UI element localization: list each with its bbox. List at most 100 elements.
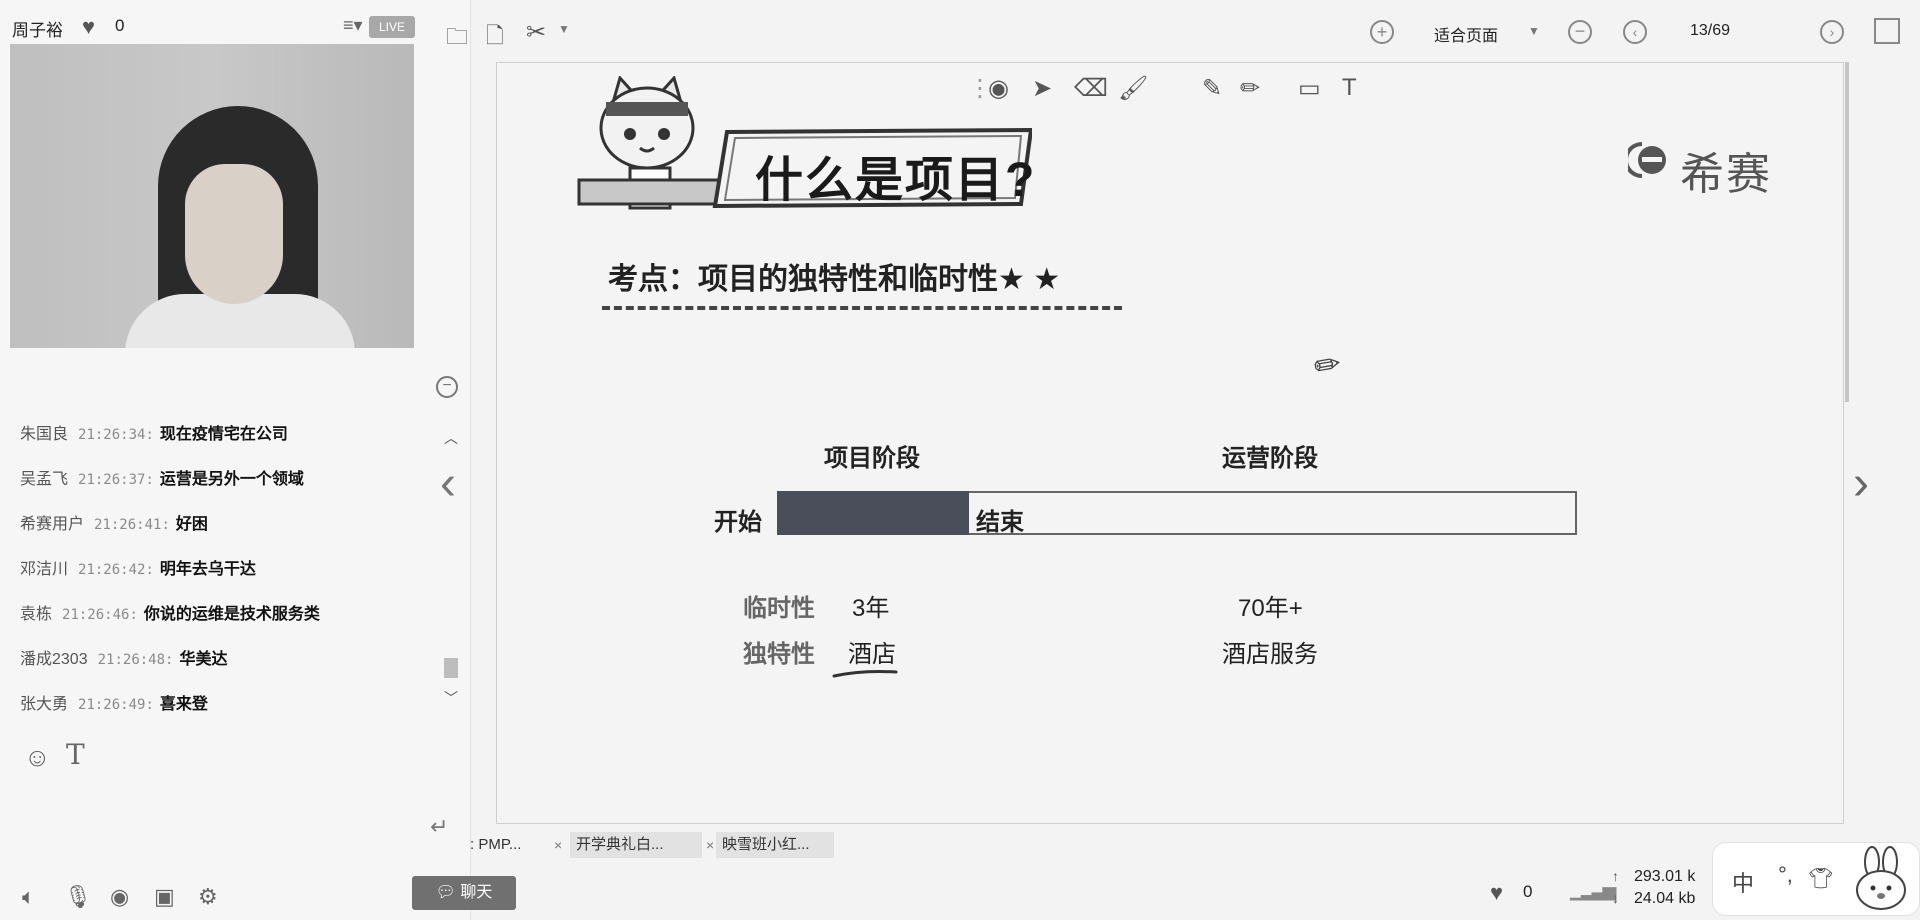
speaker-icon[interactable]: 🔈︎ (22, 884, 35, 910)
ime-mode[interactable]: 中 (1732, 866, 1754, 898)
brush-icon[interactable]: 🖌︎ (1118, 74, 1148, 103)
rabbit-mascot-icon[interactable] (1848, 846, 1914, 912)
chat-text: 喜来登 (159, 696, 208, 713)
chat-message: 吴孟飞 21:26:37: 运营是另外一个领域 (20, 465, 304, 495)
settings-icon[interactable]: ⚙ (198, 884, 218, 910)
zoom-in-icon[interactable]: + (1370, 20, 1394, 44)
chat-time: 21:26:37: (78, 472, 154, 488)
ime-punctuation[interactable]: °, (1778, 862, 1793, 888)
chevron-down-icon[interactable]: ▼ (1528, 24, 1540, 38)
heart-icon[interactable]: ♥ (1490, 880, 1503, 906)
emoji-icon[interactable]: ☺ (24, 742, 51, 773)
chat-text: 明年去乌干达 (159, 561, 256, 578)
video-feed (10, 44, 414, 348)
scroll-down-icon[interactable]: ﹀ (444, 688, 458, 708)
document-tab[interactable]: 开学典礼白... (570, 832, 702, 858)
uniqueness-project-value: 酒店 (848, 641, 896, 668)
page-indicator: 13/69 (1690, 22, 1731, 39)
text-tool-icon[interactable]: T (1342, 74, 1357, 102)
download-arrow-icon: ↓ (1612, 890, 1619, 906)
status-likes: 0 (1523, 882, 1533, 901)
camera-icon[interactable]: ◉ (110, 884, 129, 910)
zoom-out-icon[interactable]: − (1568, 20, 1592, 44)
document-tab[interactable]: 映雪班小红... (716, 832, 834, 858)
pen-icon[interactable]: ✎ (1202, 74, 1222, 103)
collapse-icon[interactable]: − (436, 376, 458, 398)
fullscreen-icon[interactable] (1874, 18, 1900, 44)
chat-list: 朱国良 21:26:34: 现在疫情宅在公司 吴孟飞 21:26:37: 运营是另外一个… (0, 420, 440, 730)
next-slide-icon[interactable]: › (1853, 460, 1869, 508)
folder-icon[interactable]: 🗀 (446, 20, 468, 58)
menu-icon[interactable]: ≡▾ (343, 15, 363, 36)
chat-button-label: 聊天 (460, 884, 493, 901)
chat-user: 袁栋 (20, 606, 53, 623)
chat-time: 21:26:46: (62, 607, 138, 623)
laser-pointer-icon[interactable]: ◉ (988, 74, 1009, 103)
chat-message: 张大勇 21:26:49: 喜来登 (20, 690, 208, 720)
chat-user: 希赛用户 (20, 516, 85, 533)
fit-page-select[interactable]: 适合页面 (1434, 22, 1498, 46)
chat-user: 朱国良 (20, 426, 69, 443)
temporary-label: 临时性 (743, 595, 815, 622)
chat-user: 吴孟飞 (20, 471, 69, 488)
rectangle-icon[interactable]: ▭ (1298, 74, 1321, 103)
uniqueness-ops-value: 酒店服务 (1222, 641, 1318, 668)
scissors-icon[interactable]: ✂ (526, 18, 546, 47)
chat-button[interactable]: 💬︎ 聊天 (412, 876, 516, 910)
likes-count: 0 (115, 16, 125, 35)
brand-name: 希赛 (1680, 150, 1772, 199)
eraser-icon[interactable]: ⌫ (1074, 74, 1108, 103)
end-label: 结束 (976, 509, 1024, 536)
annotation-toolbar: ⋮ ◉ ➤ ⌫ 🖌︎ ✎ ✏︎ ▭ T (968, 70, 1378, 106)
timeline-project-segment (777, 491, 969, 535)
project-phase-label: 项目阶段 (824, 445, 920, 472)
uniqueness-label: 独特性 (743, 641, 815, 668)
chat-text: 现在疫情宅在公司 (159, 426, 288, 443)
upload-speed: 293.01 k (1634, 868, 1696, 885)
whiteboard-icon[interactable]: ▣ (154, 884, 175, 910)
chat-scrollbar[interactable] (444, 658, 458, 678)
chat-message: 潘成2303 21:26:48: 华美达 (20, 645, 227, 675)
handwritten-underline (832, 670, 898, 678)
chat-time: 21:26:42: (78, 562, 154, 578)
chat-message: 朱国良 21:26:34: 现在疫情宅在公司 (20, 420, 288, 450)
chat-time: 21:26:49: (78, 697, 154, 713)
chat-time: 21:26:48: (97, 652, 174, 668)
microphone-icon[interactable]: 🎙︎ (64, 884, 92, 910)
ime-skin-icon[interactable]: 👕︎ (1808, 866, 1833, 891)
chat-user: 邓洁川 (20, 561, 69, 578)
live-badge: LIVE (369, 16, 415, 38)
chat-time: 21:26:34: (78, 427, 154, 443)
chat-text: 你说的运维是技术服务类 (143, 606, 320, 623)
chat-time: 21:26:41: (94, 517, 170, 533)
signal-icon: ▁▂▃▅ (1570, 880, 1616, 900)
text-format-icon[interactable]: T (66, 738, 85, 771)
document-tab[interactable]: : PMP... (464, 832, 527, 858)
temporary-ops-value: 70年+ (1238, 595, 1303, 622)
enter-icon[interactable]: ↵ (430, 814, 448, 840)
slide-scrollbar[interactable] (1845, 62, 1849, 402)
chevron-down-icon[interactable]: ▼ (558, 22, 570, 36)
close-icon[interactable]: × (548, 832, 568, 858)
cursor-icon[interactable]: ➤ (1032, 74, 1052, 103)
chat-message: 邓洁川 21:26:42: 明年去乌干达 (20, 555, 256, 585)
bottom-tools: 🔈︎ 🎙︎ ◉ ▣ ⚙ (0, 872, 470, 920)
highlighter-icon[interactable]: ✏︎ (1240, 74, 1260, 103)
start-label: 开始 (714, 509, 762, 536)
chat-text: 华美达 (179, 651, 228, 668)
page-forward-icon[interactable]: › (1820, 20, 1844, 44)
prev-slide-icon[interactable]: ‹ (440, 460, 456, 508)
chat-user: 潘成2303 (20, 651, 88, 668)
host-name: 周子裕 (12, 21, 63, 40)
upload-arrow-icon: ↑ (1612, 868, 1619, 884)
dashed-divider (602, 306, 1122, 310)
chat-message: 希赛用户 21:26:41: 好困 (20, 510, 208, 540)
download-speed: 24.04 kb (1634, 890, 1696, 907)
chat-message: 袁栋 21:26:46: 你说的运维是技术服务类 (20, 600, 320, 630)
ops-phase-label: 运营阶段 (1222, 445, 1318, 472)
heart-icon[interactable]: ♥ (82, 14, 95, 40)
scroll-up-icon[interactable]: ︿ (444, 428, 458, 448)
page-back-icon[interactable]: ‹ (1623, 20, 1647, 44)
chat-text: 好困 (175, 516, 208, 533)
file-icon[interactable]: 🗋 (486, 19, 504, 57)
